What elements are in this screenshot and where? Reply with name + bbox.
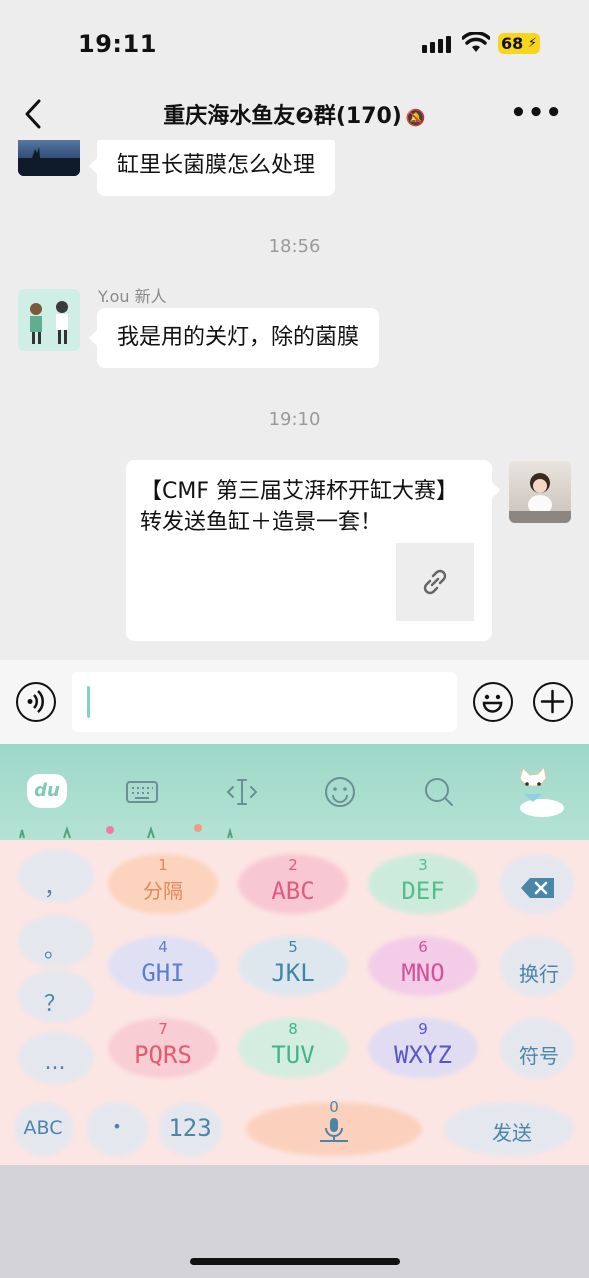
- key-number: 2: [288, 856, 298, 874]
- battery-level: 68: [501, 34, 524, 53]
- cat-mascot-icon[interactable]: [506, 764, 568, 820]
- link-card-title: 【CMF 第三届艾湃杯开缸大赛】转发送鱼缸＋造景一套！: [140, 479, 458, 535]
- avatar[interactable]: [18, 140, 80, 176]
- search-icon[interactable]: [421, 774, 457, 810]
- key-5[interactable]: 5 JKL: [238, 938, 348, 990]
- key-comma[interactable]: ，: [25, 870, 85, 902]
- message-list[interactable]: 缸里长菌膜怎么处理 18:56 Y.ou 新人 我是用的关灯，除的菌膜 19:1…: [0, 140, 589, 660]
- link-icon: [423, 569, 447, 595]
- delete-key[interactable]: [520, 876, 556, 900]
- keyboard-icon[interactable]: [124, 774, 160, 810]
- more-options-icon[interactable]: •••: [510, 98, 563, 128]
- keyboard: ， 。 ？ ... 1 分隔 2 ABC 3 DEF 4 GHI 5 JKL 6…: [0, 840, 589, 1165]
- keyboard-toolbar: du: [0, 744, 589, 840]
- key-number: 6: [418, 938, 428, 956]
- emoji-icon[interactable]: [473, 682, 513, 722]
- key-8[interactable]: 8 TUV: [238, 1020, 348, 1072]
- grass-decoration: [19, 824, 233, 839]
- dot-key[interactable]: •: [88, 1117, 146, 1136]
- key-label: TUV: [271, 1041, 315, 1069]
- key-label: DEF: [401, 877, 445, 905]
- du-logo-icon[interactable]: du: [27, 774, 67, 808]
- emoji-keyboard-icon[interactable]: [322, 774, 358, 810]
- backspace-icon: [521, 878, 554, 898]
- space-key[interactable]: 0: [246, 1098, 422, 1158]
- avatar-self[interactable]: [509, 461, 571, 523]
- key-number: 9: [418, 1020, 428, 1038]
- send-key[interactable]: 发送: [452, 1117, 572, 1146]
- key-number: 8: [288, 1020, 298, 1038]
- key-label: MNO: [401, 959, 445, 987]
- home-indicator[interactable]: [190, 1258, 400, 1265]
- key-number: 5: [288, 938, 298, 956]
- key-number: 1: [158, 856, 168, 874]
- key-1[interactable]: 1 分隔: [108, 856, 218, 908]
- input-bar: [0, 660, 589, 744]
- wifi-icon: [462, 32, 490, 52]
- symbols-key[interactable]: 符号: [502, 1040, 576, 1069]
- group-name: 重庆海水鱼友❷群(170): [163, 104, 402, 129]
- avatar[interactable]: [18, 289, 80, 351]
- message-bubble[interactable]: 缸里长菌膜怎么处理: [88, 140, 336, 196]
- key-label: ABC: [271, 877, 315, 905]
- mute-bell-icon: 🔕: [405, 108, 426, 127]
- key-2[interactable]: 2 ABC: [238, 856, 348, 908]
- text-cursor: [87, 686, 90, 718]
- key-6[interactable]: 6 MNO: [368, 938, 478, 990]
- chat-header: 重庆海水鱼友❷群(170) 🔕 •••: [0, 88, 589, 140]
- abc-key[interactable]: ABC: [14, 1117, 72, 1139]
- key-9[interactable]: 9 WXYZ: [368, 1020, 478, 1072]
- key-4[interactable]: 4 GHI: [108, 938, 218, 990]
- battery-icon: 68 ⚡: [498, 33, 540, 54]
- cursor-move-icon[interactable]: [224, 774, 260, 810]
- status-bar: 19:11 68 ⚡: [0, 0, 589, 88]
- key-label: GHI: [141, 959, 185, 987]
- du-logo-text: du: [34, 780, 60, 801]
- microphone-icon: [320, 1118, 348, 1142]
- status-time: 19:11: [78, 30, 157, 58]
- space-number: 0: [329, 1098, 339, 1116]
- timestamp: 18:56: [268, 236, 321, 257]
- key-question[interactable]: ？: [25, 986, 85, 1018]
- timestamp: 19:10: [268, 409, 321, 430]
- message-bubble[interactable]: 我是用的关灯，除的菌膜: [88, 308, 380, 368]
- key-number: 7: [158, 1020, 168, 1038]
- num-switch-key[interactable]: 123: [160, 1114, 220, 1142]
- sender-name: Y.ou 新人: [98, 287, 167, 306]
- key-3[interactable]: 3 DEF: [368, 856, 478, 908]
- key-number: 4: [158, 938, 168, 956]
- add-more-icon[interactable]: [533, 682, 573, 722]
- voice-input-icon[interactable]: [16, 682, 56, 722]
- chat-title: 重庆海水鱼友❷群(170) 🔕: [0, 98, 589, 130]
- key-7[interactable]: 7 PQRS: [108, 1020, 218, 1072]
- newline-key[interactable]: 换行: [502, 958, 576, 987]
- key-period[interactable]: 。: [25, 932, 85, 964]
- key-ellipsis[interactable]: ...: [25, 1050, 85, 1075]
- key-number: 3: [418, 856, 428, 874]
- link-card-message[interactable]: 【CMF 第三届艾湃杯开缸大赛】转发送鱼缸＋造景一套！: [126, 460, 500, 641]
- cellular-signal-icon: [422, 36, 451, 53]
- link-thumbnail: [396, 543, 474, 621]
- key-label: WXYZ: [394, 1041, 452, 1069]
- message-input[interactable]: [72, 672, 457, 732]
- key-label: JKL: [271, 959, 315, 987]
- key-label: 分隔: [143, 879, 183, 903]
- key-label: PQRS: [134, 1041, 192, 1069]
